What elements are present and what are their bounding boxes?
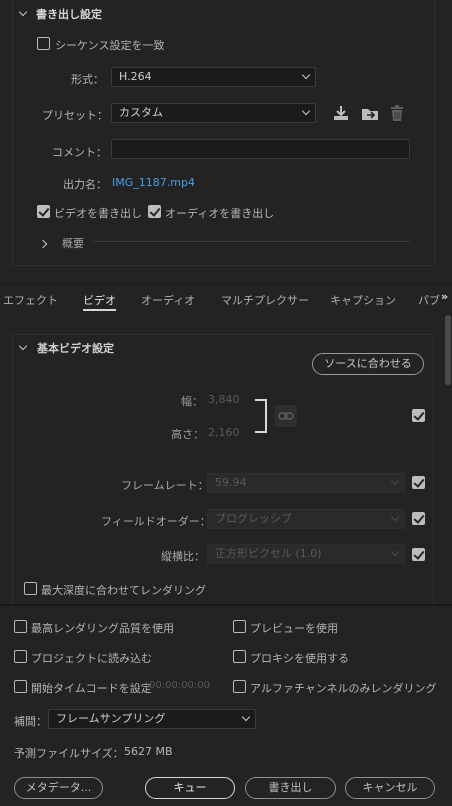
- start-timecode-value: 00:00:00:00: [149, 680, 211, 691]
- frame-rate-dropdown[interactable]: 59.94: [207, 473, 405, 493]
- width-value: 3,840: [208, 393, 240, 406]
- height-value: 2,160: [208, 426, 240, 439]
- use-proxy-checkbox[interactable]: [233, 650, 246, 663]
- tab-multiplexer[interactable]: マルチプレクサー: [221, 292, 309, 308]
- summary-divider: [93, 241, 410, 242]
- tab-effects[interactable]: エフェクト: [3, 292, 58, 308]
- tab-video[interactable]: ビデオ: [83, 292, 116, 311]
- use-proxy-label: プロキシを使用する: [250, 652, 349, 665]
- import-project-checkbox[interactable]: [14, 650, 27, 663]
- match-sequence-checkbox[interactable]: [37, 37, 50, 50]
- comment-input[interactable]: [111, 139, 410, 159]
- chevron-down-icon: [390, 512, 400, 522]
- chevron-down-icon: [18, 7, 28, 17]
- import-preset-icon[interactable]: [360, 104, 380, 122]
- preset-label: プリセット：: [42, 109, 108, 122]
- chevron-down-icon: [390, 476, 400, 486]
- max-depth-label: 最大深度に合わせてレンダリング: [41, 584, 206, 597]
- frame-rate-override-checkbox[interactable]: [412, 476, 425, 489]
- export-settings-panel: 書き出し設定 シーケンス設定を一致 形式： H.264 プリセット： カスタム …: [0, 0, 452, 284]
- output-name-label: 出力名：: [63, 178, 107, 191]
- summary-expand-toggle[interactable]: [38, 237, 48, 250]
- interpolation-label: 補間：: [14, 715, 47, 728]
- max-quality-label: 最高レンダリング品質を使用: [31, 622, 174, 635]
- interpolation-value: フレームサンプリング: [56, 712, 166, 725]
- estimated-size-value: 5627 MB: [124, 745, 173, 758]
- height-label: 高さ：: [171, 428, 204, 441]
- aspect-value: 正方形ピクセル (1.0): [215, 547, 322, 560]
- metadata-button[interactable]: メタデータ...: [14, 777, 103, 799]
- import-project-label: プロジェクトに読み込む: [31, 652, 152, 665]
- estimated-size-label: 予測ファイルサイズ：: [14, 747, 124, 760]
- preset-value: カスタム: [119, 106, 163, 119]
- field-order-dropdown[interactable]: プログレッシブ: [207, 509, 405, 529]
- start-timecode-label: 開始タイムコードを設定: [31, 682, 152, 695]
- chevron-down-icon: [241, 712, 251, 722]
- tabs-overflow-icon[interactable]: »: [441, 290, 448, 303]
- field-order-override-checkbox[interactable]: [412, 512, 425, 525]
- chevron-right-icon: [38, 239, 48, 249]
- export-audio-label: オーディオを書き出し: [165, 207, 275, 220]
- aspect-dropdown[interactable]: 正方形ピクセル (1.0): [207, 544, 405, 564]
- bottom-options-panel: 最高レンダリング品質を使用 プレビューを使用 プロジェクトに読み込む プロキシを…: [0, 604, 452, 806]
- export-video-label: ビデオを書き出し: [54, 207, 142, 220]
- settings-tab-bar: エフェクト ビデオ オーディオ マルチプレクサー キャプション パブ »: [0, 284, 452, 311]
- summary-label: 概要: [62, 237, 84, 250]
- frame-rate-label: フレームレート：: [121, 479, 209, 492]
- use-preview-label: プレビューを使用: [250, 622, 338, 635]
- tab-captions[interactable]: キャプション: [330, 292, 396, 308]
- cancel-button[interactable]: キャンセル: [345, 777, 435, 799]
- frame-rate-value: 59.94: [215, 476, 247, 489]
- format-value: H.264: [119, 70, 152, 83]
- basic-video-title: 基本ビデオ設定: [37, 342, 114, 355]
- format-dropdown[interactable]: H.264: [111, 67, 316, 87]
- queue-button[interactable]: キュー: [145, 777, 235, 799]
- export-settings-title: 書き出し設定: [36, 8, 102, 21]
- max-depth-checkbox[interactable]: [24, 582, 37, 595]
- match-source-button[interactable]: ソースに合わせる: [312, 353, 424, 375]
- max-quality-checkbox[interactable]: [14, 620, 27, 633]
- link-bracket: [255, 399, 267, 433]
- delete-preset-icon[interactable]: [389, 104, 405, 122]
- basic-video-collapse-toggle[interactable]: [18, 339, 28, 352]
- constrain-proportions-icon[interactable]: [275, 405, 297, 427]
- tab-audio[interactable]: オーディオ: [141, 292, 195, 308]
- chevron-down-icon: [301, 70, 311, 80]
- render-alpha-label: アルファチャンネルのみレンダリング: [250, 682, 437, 695]
- chevron-down-icon: [18, 341, 28, 351]
- save-preset-icon[interactable]: [332, 104, 350, 122]
- output-name-link[interactable]: IMG_1187.mp4: [112, 176, 195, 189]
- field-order-label: フィールドオーダー：: [101, 515, 211, 528]
- export-settings-collapse-toggle[interactable]: [18, 5, 28, 18]
- aspect-override-checkbox[interactable]: [412, 548, 425, 561]
- comment-label: コメント：: [52, 146, 107, 159]
- aspect-label: 縦横比：: [161, 550, 205, 563]
- field-order-value: プログレッシブ: [215, 512, 292, 525]
- interpolation-dropdown[interactable]: フレームサンプリング: [48, 709, 256, 729]
- chevron-down-icon: [390, 547, 400, 557]
- chevron-down-icon: [301, 106, 311, 116]
- tab-publish[interactable]: パブ: [418, 292, 440, 308]
- export-button[interactable]: 書き出し: [245, 777, 336, 799]
- scrollbar-thumb[interactable]: [445, 315, 451, 385]
- resolution-override-checkbox[interactable]: [412, 409, 425, 422]
- video-settings-panel: 基本ビデオ設定 ソースに合わせる 幅： 3,840 高さ： 2,160 フレーム…: [0, 311, 452, 604]
- match-sequence-label: シーケンス設定を一致: [55, 39, 165, 52]
- format-label: 形式：: [71, 73, 104, 86]
- width-label: 幅：: [181, 395, 203, 408]
- preset-dropdown[interactable]: カスタム: [111, 103, 316, 123]
- render-alpha-checkbox[interactable]: [233, 680, 246, 693]
- use-preview-checkbox[interactable]: [233, 620, 246, 633]
- video-panel-scrollbar[interactable]: [444, 311, 452, 604]
- start-timecode-checkbox[interactable]: [14, 680, 27, 693]
- export-audio-checkbox[interactable]: [148, 205, 161, 218]
- export-video-checkbox[interactable]: [37, 205, 50, 218]
